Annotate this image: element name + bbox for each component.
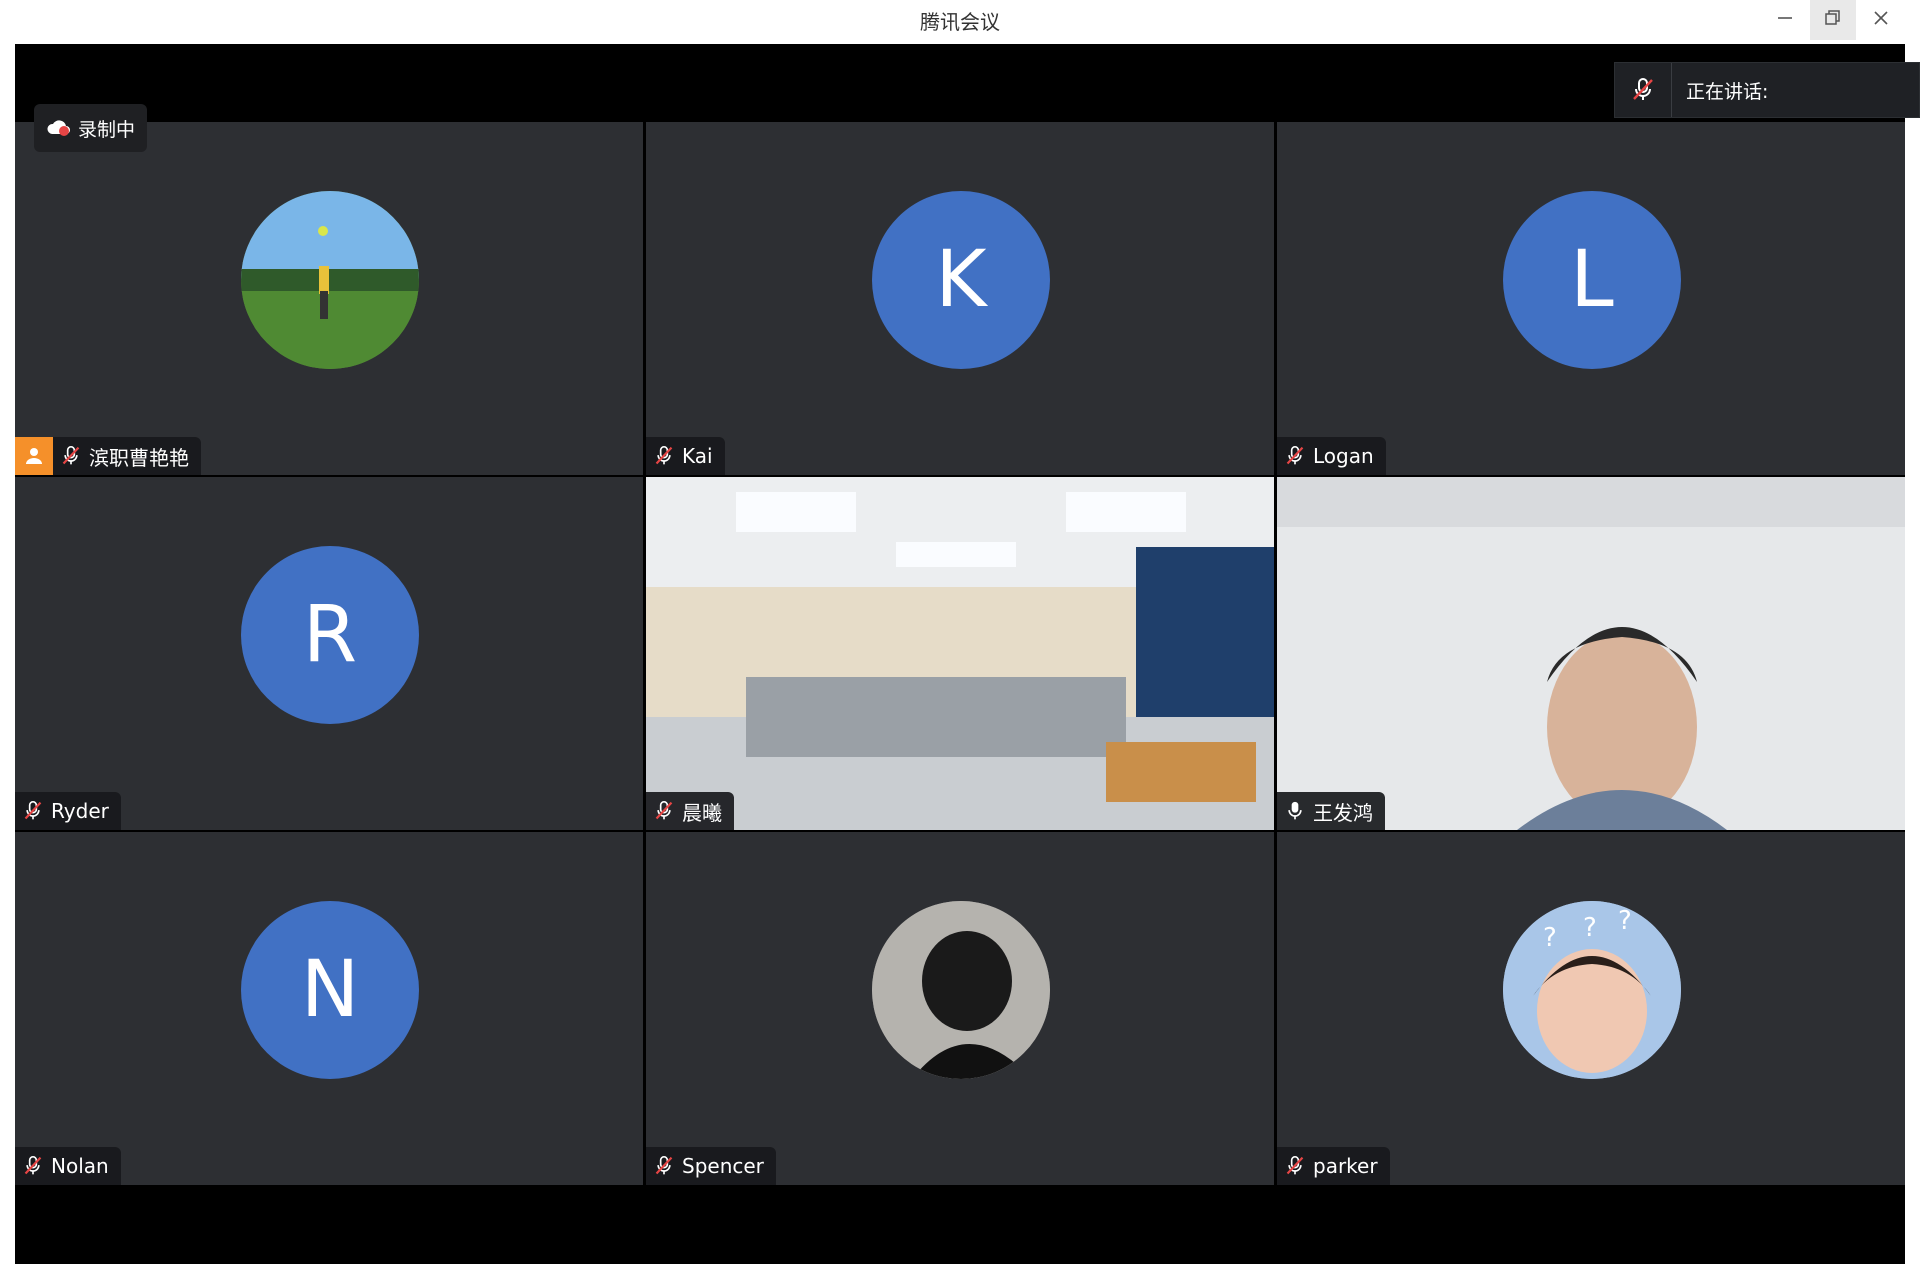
recording-badge[interactable]: 录制中 (34, 104, 148, 152)
classroom-video (646, 477, 1274, 830)
participant-nametag: 滨职曹艳艳 (15, 437, 201, 475)
muted-mic-icon (654, 800, 674, 822)
participant-tile[interactable]: Spencer (646, 832, 1274, 1185)
avatar: N (241, 901, 419, 1079)
svg-text:?: ? (1583, 913, 1597, 943)
speaking-label: 正在讲话: (1686, 80, 1769, 103)
muted-mic-icon (654, 1155, 674, 1177)
mic-icon (1285, 800, 1305, 822)
close-button[interactable] (1858, 0, 1904, 40)
participant-name: 晨曦 (682, 800, 722, 825)
window-title: 腾讯会议 (920, 10, 1000, 34)
avatar (241, 191, 419, 369)
participant-nametag: Nolan (15, 1147, 121, 1185)
restore-button[interactable] (1810, 0, 1856, 40)
muted-mic-icon (1615, 63, 1672, 117)
participant-tile[interactable]: ? ? ? parker (1277, 832, 1905, 1185)
avatar-photo-icon (241, 191, 419, 369)
participant-tile[interactable]: 晨曦 (646, 477, 1274, 830)
participant-nametag: Kai (646, 437, 725, 475)
minimize-button[interactable] (1762, 0, 1808, 40)
participant-tile[interactable]: R Ryder (15, 477, 643, 830)
recording-icon (46, 118, 72, 138)
avatar: K (872, 191, 1050, 369)
close-icon (1872, 8, 1890, 32)
svg-text:?: ? (1618, 906, 1632, 936)
participant-nametag: 晨曦 (646, 792, 734, 830)
title-bar: 腾讯会议 (0, 0, 1920, 44)
avatar: ? ? ? (1503, 901, 1681, 1079)
participant-name: Nolan (51, 1154, 109, 1178)
avatar: L (1503, 191, 1681, 369)
muted-mic-icon (1285, 445, 1305, 467)
restore-icon (1824, 8, 1842, 32)
avatar-photo-icon (872, 901, 1050, 1079)
participant-tile[interactable]: 王发鸿 (1277, 477, 1905, 830)
participant-nametag: Logan (1277, 437, 1386, 475)
participant-name: Kai (682, 444, 713, 468)
minimize-icon (1776, 8, 1794, 32)
svg-text:?: ? (1543, 923, 1557, 953)
participant-nametag: Spencer (646, 1147, 776, 1185)
muted-mic-icon (61, 445, 81, 467)
muted-mic-icon (654, 445, 674, 467)
participant-nametag: parker (1277, 1147, 1390, 1185)
speaker-video (1277, 477, 1905, 830)
avatar (872, 901, 1050, 1079)
avatar-photo-icon: ? ? ? (1503, 901, 1681, 1079)
participant-tile[interactable]: 滨职曹艳艳 (15, 122, 643, 475)
participant-name: 滨职曹艳艳 (89, 445, 189, 470)
recording-label: 录制中 (78, 118, 136, 141)
muted-mic-icon (1285, 1155, 1305, 1177)
participant-tile[interactable]: N Nolan (15, 832, 643, 1185)
participant-tile[interactable]: K Kai (646, 122, 1274, 475)
participant-name: Spencer (682, 1154, 764, 1178)
participant-name: Logan (1313, 444, 1374, 468)
participant-name: Ryder (51, 799, 109, 823)
avatar: R (241, 546, 419, 724)
participant-name: parker (1313, 1154, 1378, 1178)
participant-nametag: 王发鸿 (1277, 792, 1385, 830)
participant-tile[interactable]: L Logan (1277, 122, 1905, 475)
participant-nametag: Ryder (15, 792, 121, 830)
host-icon (15, 437, 53, 475)
muted-mic-icon (23, 800, 43, 822)
participant-name: 王发鸿 (1313, 800, 1373, 825)
muted-mic-icon (23, 1155, 43, 1177)
bottom-margin (0, 1264, 1920, 1280)
speaking-indicator: 正在讲话: (1614, 62, 1920, 118)
